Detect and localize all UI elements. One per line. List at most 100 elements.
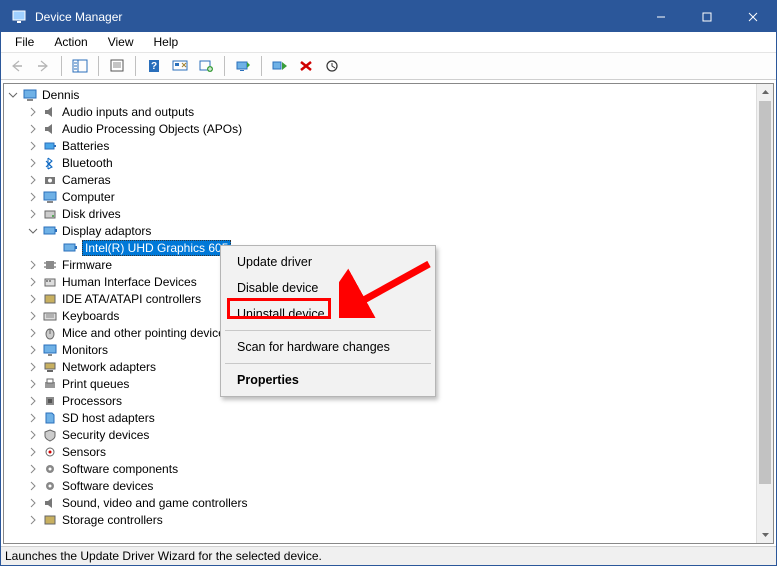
chip-icon [42,257,58,273]
expand-icon[interactable] [26,309,40,323]
sd-card-icon [42,410,58,426]
back-button[interactable] [5,55,29,77]
expand-icon[interactable] [26,190,40,204]
expand-icon[interactable] [26,207,40,221]
cpu-icon [42,393,58,409]
menu-view[interactable]: View [98,33,144,51]
tree-node-sound-video-game[interactable]: Sound, video and game controllers [24,494,773,511]
scrollbar-thumb[interactable] [759,101,771,484]
expand-icon[interactable] [26,156,40,170]
forward-button[interactable] [31,55,55,77]
collapse-icon[interactable] [26,224,40,238]
app-icon [11,9,27,25]
uninstall-device-button[interactable] [294,55,318,77]
tree-node-audio-apos[interactable]: Audio Processing Objects (APOs) [24,120,773,137]
node-label: Display adaptors [62,224,151,238]
expand-icon[interactable] [26,326,40,340]
expand-icon[interactable] [26,292,40,306]
minimize-button[interactable] [638,1,684,32]
node-label: Keyboards [62,309,119,323]
scrollbar-track[interactable] [757,101,773,526]
menu-file[interactable]: File [5,33,44,51]
node-label: Computer [62,190,115,204]
close-button[interactable] [730,1,776,32]
disk-icon [42,206,58,222]
expand-icon[interactable] [26,428,40,442]
tree-node-cameras[interactable]: Cameras [24,171,773,188]
enable-device-button[interactable] [320,55,344,77]
keyboard-icon [42,308,58,324]
annotation-highlight-box [227,298,331,319]
sensor-icon [42,444,58,460]
expand-icon[interactable] [26,377,40,391]
expand-icon[interactable] [26,122,40,136]
tree-node-sensors[interactable]: Sensors [24,443,773,460]
toolbar: ? [1,53,776,80]
display-adapter-icon [62,240,78,256]
monitor-icon [42,342,58,358]
tree-node-bluetooth[interactable]: Bluetooth [24,154,773,171]
tree-node-software-components[interactable]: Software components [24,460,773,477]
expand-icon[interactable] [26,394,40,408]
tree-node-batteries[interactable]: Batteries [24,137,773,154]
menu-action[interactable]: Action [44,33,97,51]
scroll-up-button[interactable] [757,84,773,101]
expand-icon[interactable] [26,513,40,527]
scroll-down-button[interactable] [757,526,773,543]
titlebar: Device Manager [1,1,776,32]
node-label: Intel(R) UHD Graphics 605 [82,240,231,256]
node-label: Processors [62,394,122,408]
expand-icon[interactable] [26,343,40,357]
node-label: Audio inputs and outputs [62,105,194,119]
expand-icon[interactable] [26,496,40,510]
node-label: Sound, video and game controllers [62,496,247,510]
properties-button[interactable] [105,55,129,77]
vertical-scrollbar[interactable] [756,84,773,543]
node-label: Storage controllers [62,513,163,527]
context-scan-hardware[interactable]: Scan for hardware changes [223,334,433,360]
update-driver-button[interactable] [231,55,255,77]
collapse-icon[interactable] [6,88,20,102]
node-label: IDE ATA/ATAPI controllers [62,292,201,306]
expand-icon[interactable] [26,479,40,493]
show-hide-tree-button[interactable] [68,55,92,77]
tree-node-storage-controllers[interactable]: Storage controllers [24,511,773,528]
expand-icon[interactable] [26,139,40,153]
menu-help[interactable]: Help [144,33,189,51]
node-label: Monitors [62,343,108,357]
hid-icon [42,274,58,290]
help-button[interactable]: ? [142,55,166,77]
tree-node-sd-host[interactable]: SD host adapters [24,409,773,426]
context-update-driver[interactable]: Update driver [223,249,433,275]
expand-icon[interactable] [26,275,40,289]
expand-icon[interactable] [26,462,40,476]
expand-icon[interactable] [26,445,40,459]
tree-node-software-devices[interactable]: Software devices [24,477,773,494]
scan-hardware-button[interactable] [168,55,192,77]
tree-node-display-adaptors[interactable]: Display adaptors [24,222,773,239]
node-label: Security devices [62,428,149,442]
disable-device-button[interactable] [268,55,292,77]
expand-icon[interactable] [26,258,40,272]
maximize-button[interactable] [684,1,730,32]
node-label: Batteries [62,139,109,153]
tree-node-computer[interactable]: Computer [24,188,773,205]
add-legacy-hardware-button[interactable] [194,55,218,77]
node-label: Audio Processing Objects (APOs) [62,122,242,136]
context-properties[interactable]: Properties [223,367,433,393]
node-label: Disk drives [62,207,121,221]
tree-root[interactable]: Dennis [4,86,773,103]
tree-node-security[interactable]: Security devices [24,426,773,443]
node-label: Print queues [62,377,129,391]
expand-icon[interactable] [26,173,40,187]
window-controls [638,1,776,32]
node-label: Human Interface Devices [62,275,197,289]
expand-icon[interactable] [26,411,40,425]
tree-node-audio-io[interactable]: Audio inputs and outputs [24,103,773,120]
gear-icon [42,478,58,494]
node-label: Network adapters [62,360,156,374]
expand-icon[interactable] [26,105,40,119]
tree-node-disk-drives[interactable]: Disk drives [24,205,773,222]
computer-icon [22,87,38,103]
expand-icon[interactable] [26,360,40,374]
